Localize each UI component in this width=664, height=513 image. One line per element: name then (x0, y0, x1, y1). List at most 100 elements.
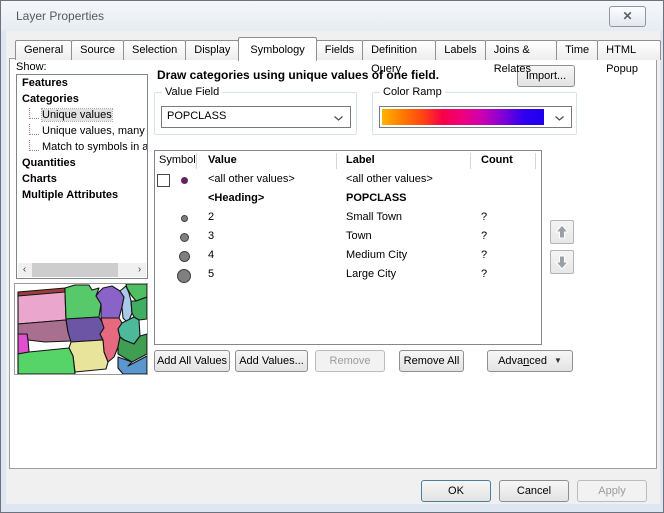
table-row[interactable]: 5 Large City? (155, 266, 541, 285)
table-row[interactable]: 4 Medium City? (155, 247, 541, 266)
scrollbar-thumb[interactable] (32, 263, 118, 277)
map-region-darkpurple-state (66, 317, 104, 342)
color-ramp-dropdown[interactable] (379, 106, 572, 128)
move-down-button[interactable] (550, 250, 574, 274)
value-field-label: Value Field (162, 86, 222, 98)
cell-count: ? (481, 211, 487, 223)
column-separator (470, 153, 471, 169)
column-header-count: Count (481, 154, 513, 166)
tree-item-charts[interactable]: Charts (17, 171, 147, 187)
tree-item-multiple-attributes[interactable]: Multiple Attributes (17, 187, 147, 203)
cell-value: 3 (208, 230, 214, 242)
cancel-button[interactable]: Cancel (499, 480, 569, 502)
tab-display[interactable]: Display (185, 40, 239, 60)
scroll-right-icon[interactable]: › (133, 263, 146, 277)
cell-label: Large City (346, 268, 396, 280)
table-row[interactable]: 2 Small Town? (155, 209, 541, 228)
tree-elbow-icon (29, 108, 39, 119)
move-up-button[interactable] (550, 220, 574, 244)
dropdown-caret-icon: ▼ (554, 351, 562, 371)
tab-selection[interactable]: Selection (123, 40, 186, 60)
advanced-button[interactable]: Advanced▼ (487, 350, 573, 372)
chevron-down-icon (555, 116, 564, 121)
layer-properties-dialog: Layer Properties ✕ GeneralSourceSelectio… (0, 0, 664, 513)
chevron-down-icon (334, 116, 343, 121)
add-values-button[interactable]: Add Values... (235, 350, 308, 372)
column-header-symbol: Symbol (159, 154, 196, 166)
point-symbol-icon[interactable] (181, 177, 188, 184)
column-separator (336, 153, 337, 169)
window-title: Layer Properties (16, 9, 104, 23)
table-header: Symbol Value Label Count (155, 151, 541, 171)
arrow-down-icon (554, 254, 570, 270)
cell-label: Medium City (346, 249, 407, 261)
tree-item-unique-values[interactable]: Unique values (17, 107, 147, 123)
tab-labels[interactable]: Labels (435, 40, 485, 60)
map-region-pink-state (18, 292, 66, 324)
remove-all-button[interactable]: Remove All (399, 350, 464, 372)
tab-joins-relates[interactable]: Joins & Relates (485, 40, 557, 60)
cell-value: <all other values> (208, 173, 295, 185)
table-row[interactable]: 3Town? (155, 228, 541, 247)
scroll-left-icon[interactable]: ‹ (18, 263, 31, 277)
map-region-green-north (65, 285, 101, 319)
values-table: Symbol Value Label Count <all other values>… (154, 150, 542, 345)
dialog-client-area: GeneralSourceSelectionDisplaySymbologyFi… (6, 31, 660, 504)
tab-time[interactable]: Time (556, 40, 598, 60)
point-symbol-icon[interactable] (180, 233, 189, 242)
color-ramp-label: Color Ramp (380, 86, 445, 98)
tab-definition-query[interactable]: Definition Query (362, 40, 436, 60)
color-ramp-swatch (382, 109, 544, 125)
point-symbol-icon[interactable] (179, 251, 190, 262)
tree-item-match-to-symbols-in-a[interactable]: Match to symbols in a (17, 139, 147, 155)
cell-label: Town (346, 230, 372, 242)
all-other-values-checkbox[interactable] (157, 174, 170, 187)
tree-item-features[interactable]: Features (17, 75, 147, 91)
point-symbol-icon[interactable] (177, 269, 191, 283)
column-separator (535, 153, 536, 169)
value-field-group: Value Field POPCLASS (154, 92, 357, 135)
table-row[interactable]: <all other values> <all other values> (155, 171, 541, 190)
point-symbol-icon[interactable] (181, 215, 188, 222)
cell-label: Small Town (346, 211, 402, 223)
tree-item-unique-values-many[interactable]: Unique values, many (17, 123, 147, 139)
tab-general[interactable]: General (15, 40, 72, 60)
tab-source[interactable]: Source (71, 40, 124, 60)
cell-value: <Heading> (208, 192, 264, 204)
cell-label: POPCLASS (346, 192, 407, 204)
tree-elbow-icon (29, 124, 39, 135)
tree-item-quantities[interactable]: Quantities (17, 155, 147, 171)
cell-label: <all other values> (346, 173, 433, 185)
map-region-green-east (131, 297, 147, 320)
ok-button[interactable]: OK (421, 480, 491, 502)
tree-item-categories[interactable]: Categories (17, 91, 147, 107)
value-field-value: POPCLASS (167, 110, 226, 122)
tab-symbology[interactable]: Symbology (238, 37, 316, 61)
add-all-values-button[interactable]: Add All Values (154, 350, 230, 372)
apply-button: Apply (577, 480, 647, 502)
cell-count: ? (481, 268, 487, 280)
cell-value: 5 (208, 268, 214, 280)
value-field-dropdown[interactable]: POPCLASS (161, 106, 351, 128)
tab-page-symbology: Show: FeaturesCategoriesUnique valuesUni… (9, 58, 657, 469)
actions-row: Add All ValuesAdd Values... Remove Remove … (10, 350, 656, 372)
table-row[interactable]: <Heading> POPCLASS (155, 190, 541, 209)
tab-fields[interactable]: Fields (316, 40, 363, 60)
cell-value: 2 (208, 211, 214, 223)
remove-button: Remove (315, 350, 385, 372)
column-header-value: Value (208, 154, 237, 166)
column-separator (196, 153, 197, 169)
close-icon: ✕ (622, 9, 632, 23)
show-label: Show: (16, 61, 47, 73)
cell-count: ? (481, 249, 487, 261)
column-header-label: Label (346, 154, 375, 166)
tree-horizontal-scrollbar[interactable]: ‹ › (18, 263, 146, 277)
cell-value: 4 (208, 249, 214, 261)
color-ramp-group: Color Ramp (372, 92, 577, 135)
tab-html-popup[interactable]: HTML Popup (597, 40, 661, 60)
tree-elbow-icon (29, 140, 39, 151)
close-button[interactable]: ✕ (609, 6, 646, 27)
tab-strip: GeneralSourceSelectionDisplaySymbologyFi… (15, 36, 660, 60)
arrow-up-icon (554, 224, 570, 240)
title-bar[interactable]: Layer Properties ✕ (1, 1, 663, 31)
